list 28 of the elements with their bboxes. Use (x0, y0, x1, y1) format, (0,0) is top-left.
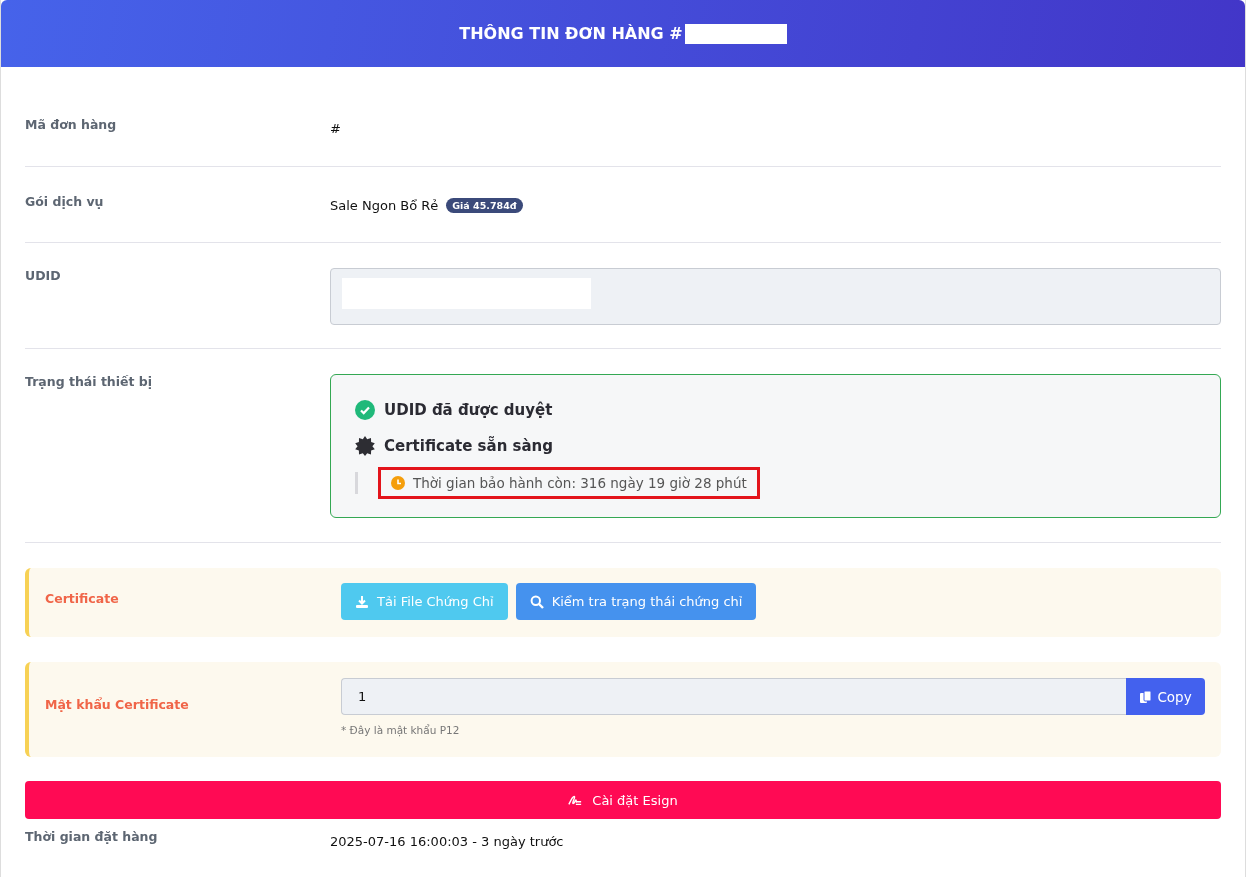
status-text: Certificate sẵn sàng (384, 437, 553, 455)
install-button[interactable]: Cài đặt Esign (25, 781, 1221, 819)
badge-icon (355, 436, 375, 456)
page-title: THÔNG TIN ĐƠN HÀNG # (459, 24, 683, 43)
signature-icon (568, 793, 583, 807)
field-label: Thời gian đặt hàng (25, 829, 159, 846)
price-badge: Giá 45.784đ (446, 197, 523, 213)
copy-icon (1139, 689, 1154, 704)
copy-button[interactable]: Copy (1126, 678, 1205, 715)
hint-text: * Đây là mật khẩu P12 (341, 724, 461, 736)
order-time: 2025-07-16 16:00:03 - 3 ngày trước (330, 833, 564, 849)
field-label: Trạng thái thiết bị (25, 374, 154, 391)
field-label: Gói dịch vụ (25, 194, 105, 211)
status-text: UDID đã được duyệt (384, 401, 553, 419)
search-icon (529, 594, 544, 609)
password-field[interactable]: 1 (341, 678, 1126, 715)
download-icon (355, 594, 369, 609)
warranty-text: Thời gian bảo hành còn: 316 ngày 19 giờ 28 phút (413, 475, 747, 491)
udid-field[interactable] (330, 268, 1221, 325)
field-label: Mật khẩu Certificate (45, 696, 190, 714)
order-code: # (330, 121, 341, 138)
package-name: Sale Ngon Bổ Rẻ (330, 197, 439, 213)
check-button[interactable]: Kiểm tra trạng thái chứng chỉ (515, 583, 757, 620)
field-label: Certificate (45, 590, 120, 608)
field-label: Mã đơn hàng (25, 117, 118, 134)
clock-icon (391, 476, 405, 490)
check-circle-icon (355, 400, 375, 420)
field-label: UDID (25, 268, 62, 285)
